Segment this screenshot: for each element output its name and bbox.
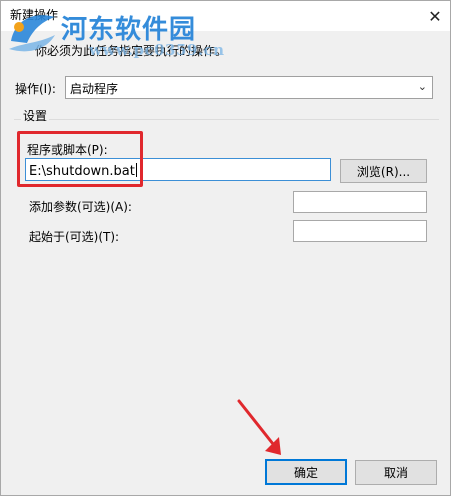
new-action-dialog: 新建操作 ✕ 你必须为此任务指定要执行的操作。 操作(I): 启动程序 ⌄ 设置…: [0, 0, 451, 496]
action-label: 操作(I):: [15, 82, 56, 96]
start-in-input[interactable]: [293, 220, 427, 242]
start-in-label: 起始于(可选)(T):: [29, 230, 120, 244]
program-input[interactable]: E:\shutdown.bat: [25, 158, 331, 181]
browse-button[interactable]: 浏览(R)...: [340, 159, 427, 183]
title-bar: 新建操作 ✕: [1, 1, 450, 31]
window-title: 新建操作: [10, 8, 59, 22]
action-select[interactable]: 启动程序 ⌄: [65, 76, 433, 99]
program-input-value: E:\shutdown.bat: [29, 163, 137, 179]
close-button[interactable]: ✕: [420, 1, 450, 31]
settings-group-label: 设置: [21, 107, 50, 124]
cancel-button[interactable]: 取消: [355, 460, 437, 485]
close-icon: ✕: [428, 6, 442, 26]
action-select-value: 启动程序: [70, 82, 119, 96]
instruction-text: 你必须为此任务指定要执行的操作。: [35, 44, 228, 58]
ok-button[interactable]: 确定: [265, 459, 347, 485]
program-label: 程序或脚本(P):: [27, 143, 108, 157]
chevron-down-icon: ⌄: [417, 80, 427, 93]
text-caret: [135, 163, 137, 177]
arguments-label: 添加参数(可选)(A):: [29, 200, 132, 214]
arguments-input[interactable]: [293, 191, 427, 213]
